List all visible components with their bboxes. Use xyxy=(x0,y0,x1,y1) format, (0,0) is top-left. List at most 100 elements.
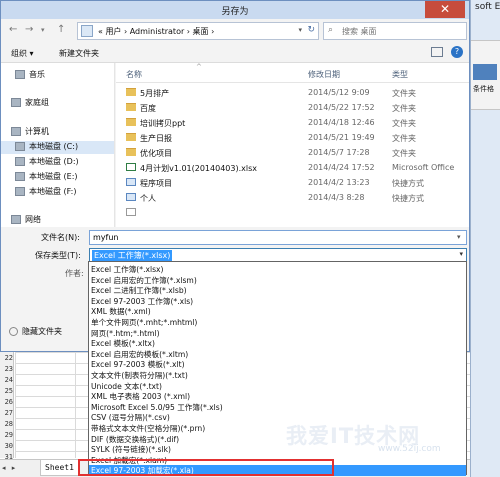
chevron-up-icon xyxy=(9,327,18,336)
file-row[interactable]: 个人 2014/4/3 8:28 快捷方式 xyxy=(116,192,469,205)
row-header[interactable]: 22 xyxy=(0,354,14,362)
file-list: ^ 名称 修改日期 类型 5月排产 2014/5/12 9:09 文件夹 百度 2014… xyxy=(116,63,469,227)
savetype-option[interactable]: Microsoft Excel 5.0/95 工作簿(*.xls) xyxy=(89,402,466,413)
organize-button[interactable]: 组织 ▾ xyxy=(11,48,34,59)
folder-icon xyxy=(126,133,136,141)
chevron-down-icon[interactable]: ▾ xyxy=(459,250,463,258)
file-row[interactable]: 培训拷贝ppt 2014/4/18 12:46 文件夹 xyxy=(116,117,469,130)
file-list-header: ^ 名称 修改日期 类型 xyxy=(116,63,469,83)
forward-icon[interactable]: → xyxy=(25,24,33,35)
file-row[interactable]: 4月计划v1.01(20140403).xlsx 2014/4/24 17:52 M… xyxy=(116,162,469,175)
drive-icon xyxy=(15,157,25,166)
savetype-option[interactable]: Unicode 文本(*.txt) xyxy=(89,381,466,392)
savetype-option[interactable]: Excel 工作簿(*.xlsx) xyxy=(89,264,466,275)
file-name: 5月排产 xyxy=(140,89,170,98)
chevron-down-icon[interactable]: ▾ xyxy=(457,233,461,241)
file-date: 2014/4/24 17:52 xyxy=(308,163,375,172)
up-icon[interactable]: ↑ xyxy=(57,24,65,35)
row-header[interactable]: 27 xyxy=(0,409,14,417)
file-name: 生产日报 xyxy=(140,134,172,143)
folder-path-icon xyxy=(81,25,93,37)
conditional-format-label: 条件格 xyxy=(473,85,494,93)
row-header[interactable]: 28 xyxy=(0,420,14,428)
savetype-option[interactable]: XML 数据(*.xml) xyxy=(89,306,466,317)
savetype-option[interactable]: XML 电子表格 2003 (*.xml) xyxy=(89,391,466,402)
drive-icon xyxy=(15,172,25,181)
savetype-option[interactable]: Excel 97-2003 工作簿(*.xls) xyxy=(89,296,466,307)
nav-item-drive-e[interactable]: 本地磁盘 (E:) xyxy=(15,171,78,182)
nav-item-drive-c[interactable]: 本地磁盘 (C:) xyxy=(1,141,114,154)
sort-indicator-icon: ^ xyxy=(196,63,202,71)
row-header[interactable]: 26 xyxy=(0,398,14,406)
help-icon[interactable]: ? xyxy=(451,46,463,58)
link-icon xyxy=(126,193,136,201)
sheet-nav-arrows-icon[interactable]: ◂ ▸ xyxy=(2,464,17,472)
back-icon[interactable]: ← xyxy=(9,24,17,35)
file-row[interactable]: 百度 2014/5/22 17:52 文件夹 xyxy=(116,102,469,115)
file-name: 个人 xyxy=(140,194,156,203)
savetype-option[interactable]: Excel 启用宏的工作簿(*.xlsm) xyxy=(89,275,466,286)
new-folder-button[interactable]: 新建文件夹 xyxy=(59,48,99,59)
address-bar: ← → ▾ ↑ « 用户 › Administrator › 桌面 › ▾ ↻ … xyxy=(1,19,469,43)
author-label: 作者: xyxy=(65,269,84,278)
nav-item-network[interactable]: 网络 xyxy=(11,214,41,225)
filename-input[interactable] xyxy=(89,230,467,245)
doc-icon xyxy=(126,208,136,216)
savetype-option[interactable]: 文本文件(制表符分隔)(*.txt) xyxy=(89,370,466,381)
nav-item-computer[interactable]: 计算机 xyxy=(11,126,49,137)
savetype-option[interactable]: Excel 模板(*.xltx) xyxy=(89,338,466,349)
view-options-icon[interactable] xyxy=(431,47,443,57)
savetype-option[interactable]: 单个文件网页(*.mht;*.mhtml) xyxy=(89,317,466,328)
nav-item-homegroup[interactable]: 家庭组 xyxy=(11,97,49,108)
sheet-tab[interactable]: Sheet1 xyxy=(40,460,79,476)
row-header[interactable]: 25 xyxy=(0,387,14,395)
refresh-icon[interactable]: ↻ xyxy=(307,25,315,35)
file-name: 优化项目 xyxy=(140,149,172,158)
file-row[interactable]: 生产日报 2014/5/21 19:49 文件夹 xyxy=(116,132,469,145)
savetype-select[interactable]: Excel 工作簿(*.xlsx) ▾ xyxy=(89,248,467,262)
row-header[interactable]: 29 xyxy=(0,431,14,439)
recent-locations-icon[interactable]: ▾ xyxy=(41,26,45,34)
nav-item-music[interactable]: 音乐 xyxy=(15,69,45,80)
savetype-option[interactable]: 网页(*.htm;*.html) xyxy=(89,328,466,339)
drive-icon xyxy=(15,142,25,151)
network-icon xyxy=(11,215,21,224)
close-button[interactable]: ✕ xyxy=(425,1,465,18)
column-date[interactable]: 修改日期 xyxy=(308,69,340,80)
conditional-format-icon[interactable] xyxy=(473,64,497,80)
chevron-down-icon[interactable]: ▾ xyxy=(298,26,302,34)
excel-ribbon-edge: soft E 条件格 xyxy=(470,0,500,477)
dialog-titlebar[interactable]: 另存为 ✕ xyxy=(1,1,469,19)
savetype-option[interactable]: Excel 97-2003 模板(*.xlt) xyxy=(89,359,466,370)
savetype-option[interactable]: Excel 二进制工作簿(*.xlsb) xyxy=(89,285,466,296)
nav-item-drive-d[interactable]: 本地磁盘 (D:) xyxy=(15,156,79,167)
file-date: 2014/4/18 12:46 xyxy=(308,118,375,127)
column-type[interactable]: 类型 xyxy=(392,69,408,80)
search-input[interactable] xyxy=(342,24,462,38)
hide-folders-button[interactable]: 隐藏文件夹 xyxy=(9,326,62,337)
nav-item-drive-f[interactable]: 本地磁盘 (F:) xyxy=(15,186,76,197)
annotation-highlight-box xyxy=(78,459,334,476)
filename-label: 文件名(N): xyxy=(41,233,80,242)
row-header[interactable]: 30 xyxy=(0,442,14,450)
file-date: 2014/5/12 9:09 xyxy=(308,88,370,97)
file-row[interactable]: 5月排产 2014/5/12 9:09 文件夹 xyxy=(116,87,469,100)
music-icon xyxy=(15,70,25,79)
row-header[interactable]: 23 xyxy=(0,365,14,373)
excel-title-fragment: soft E xyxy=(475,2,500,12)
file-date: 2014/4/2 13:23 xyxy=(308,178,370,187)
folder-icon xyxy=(126,118,136,126)
column-name[interactable]: 名称 xyxy=(126,69,142,80)
file-date: 2014/4/3 8:28 xyxy=(308,193,365,202)
search-box[interactable]: ⌕ xyxy=(323,22,467,40)
path-breadcrumb[interactable]: « 用户 › Administrator › 桌面 › ▾ ↻ xyxy=(77,22,319,40)
xlsx-icon xyxy=(126,163,136,171)
file-type: Microsoft Office xyxy=(392,163,455,172)
file-row[interactable] xyxy=(116,207,469,220)
savetype-option[interactable]: Excel 启用宏的模板(*.xltm) xyxy=(89,349,466,360)
file-row[interactable]: 程序项目 2014/4/2 13:23 快捷方式 xyxy=(116,177,469,190)
row-header[interactable]: 24 xyxy=(0,376,14,384)
file-row[interactable]: 优化项目 2014/5/7 17:28 文件夹 xyxy=(116,147,469,160)
folder-icon xyxy=(126,148,136,156)
homegroup-icon xyxy=(11,98,21,107)
